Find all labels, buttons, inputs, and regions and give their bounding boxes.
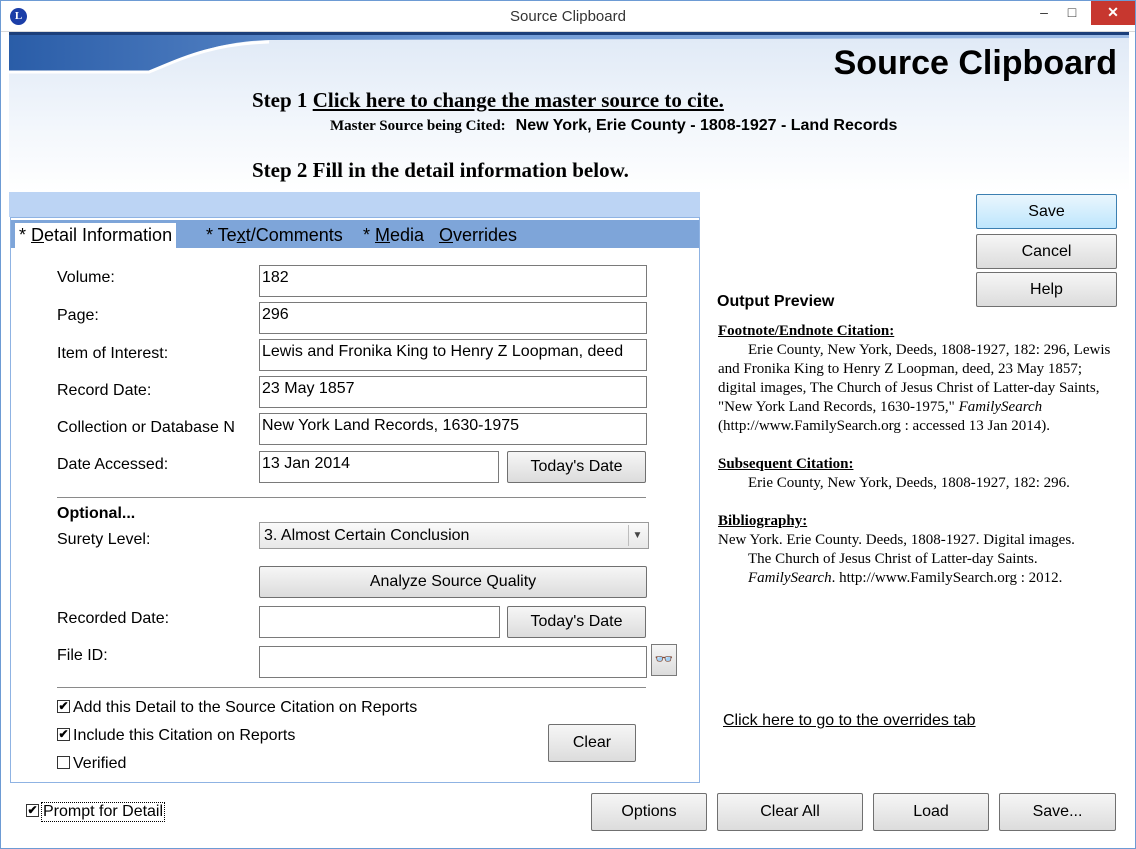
todays-date-button-recorded[interactable]: Today's Date: [507, 606, 646, 638]
file-id-input[interactable]: [259, 646, 647, 678]
include-citation-checkbox[interactable]: ✔: [57, 728, 70, 741]
todays-date-button-accessed[interactable]: Today's Date: [507, 451, 646, 483]
section-divider: [57, 497, 646, 498]
load-button[interactable]: Load: [873, 793, 989, 831]
tab-overrides[interactable]: Overrides: [439, 223, 517, 248]
record-date-label: Record Date:: [57, 382, 152, 399]
prompt-for-detail-label: Prompt for Detail: [41, 802, 166, 822]
recorded-date-input[interactable]: [259, 606, 500, 638]
item-of-interest-input[interactable]: Lewis and Fronika King to Henry Z Loopma…: [259, 339, 647, 371]
overrides-tab-link[interactable]: Click here to go to the overrides tab: [723, 712, 976, 730]
step2-instruction: Step 2 Fill in the detail information be…: [252, 158, 629, 182]
tab-media[interactable]: * Media: [363, 223, 424, 248]
save-button[interactable]: Save: [976, 194, 1117, 229]
optional-heading: Optional...: [57, 505, 136, 522]
date-accessed-input[interactable]: 13 Jan 2014: [259, 451, 499, 483]
binoculars-search-icon[interactable]: 👓: [651, 644, 677, 676]
bibliography-heading: Bibliography:: [718, 513, 808, 529]
tab-bar: * Detail Information * Text/Comments * M…: [11, 220, 699, 248]
subsequent-text: Erie County, New York, Deeds, 1808-1927,…: [748, 475, 1070, 491]
surety-level-select[interactable]: 3. Almost Certain Conclusion ▼: [259, 522, 649, 549]
master-source-value: New York, Erie County - 1808-1927 - Land…: [515, 117, 898, 134]
volume-input[interactable]: 182: [259, 265, 647, 297]
file-id-label: File ID:: [57, 647, 108, 664]
verified-checkbox[interactable]: [57, 756, 70, 769]
surety-level-value: 3. Almost Certain Conclusion: [264, 527, 470, 544]
recorded-date-label: Recorded Date:: [57, 610, 170, 627]
minimize-button[interactable]: –: [1029, 1, 1059, 25]
volume-label: Volume:: [57, 269, 115, 286]
page-input[interactable]: 296: [259, 302, 647, 334]
analyze-source-quality-button[interactable]: Analyze Source Quality: [259, 566, 647, 598]
output-preview-title: Output Preview: [717, 293, 835, 310]
include-citation-label: Include this Citation on Reports: [73, 727, 296, 744]
save-as-button[interactable]: Save...: [999, 793, 1116, 831]
master-source-label: Master Source being Cited:: [330, 118, 506, 134]
maximize-button[interactable]: □: [1059, 1, 1085, 25]
source-clipboard-window: L Source Clipboard – □ ✕ Source Clipboar…: [0, 0, 1136, 849]
tab-strip-header: [9, 192, 700, 217]
page-label: Page:: [57, 307, 99, 324]
collection-label: Collection or Database N: [57, 419, 235, 436]
surety-level-label: Surety Level:: [57, 531, 151, 548]
bibliography-text: New York. Erie County. Deeds, 1808-1927.…: [718, 532, 1075, 586]
help-button[interactable]: Help: [976, 272, 1117, 307]
section-divider-2: [57, 687, 646, 688]
record-date-input[interactable]: 23 May 1857: [259, 376, 647, 408]
subsequent-heading: Subsequent Citation:: [718, 456, 854, 472]
footnote-heading: Footnote/Endnote Citation:: [718, 323, 895, 339]
title-bar: L Source Clipboard – □ ✕: [1, 1, 1135, 32]
change-master-source-link[interactable]: Click here to change the master source t…: [313, 88, 724, 112]
add-detail-checkbox[interactable]: ✔: [57, 700, 70, 713]
clear-button[interactable]: Clear: [548, 724, 636, 762]
step1-label: Step 1: [252, 88, 308, 112]
options-button[interactable]: Options: [591, 793, 707, 831]
collection-input[interactable]: New York Land Records, 1630-1975: [259, 413, 647, 445]
add-detail-label: Add this Detail to the Source Citation o…: [73, 699, 418, 716]
chevron-down-icon[interactable]: ▼: [628, 525, 646, 546]
tab-text-comments[interactable]: * Text/Comments: [206, 223, 343, 248]
cancel-button[interactable]: Cancel: [976, 234, 1117, 269]
clear-all-button[interactable]: Clear All: [717, 793, 863, 831]
prompt-for-detail-checkbox[interactable]: ✔: [26, 804, 39, 817]
tab-detail-information[interactable]: * Detail Information: [15, 223, 177, 248]
window-title: Source Clipboard: [510, 8, 626, 25]
date-accessed-label: Date Accessed:: [57, 456, 169, 473]
verified-label: Verified: [73, 755, 127, 772]
item-of-interest-label: Item of Interest:: [57, 345, 169, 362]
master-source-line: Master Source being Cited: New York, Erie…: [330, 117, 897, 135]
banner-title: Source Clipboard: [833, 44, 1117, 82]
footnote-text: Erie County, New York, Deeds, 1808-1927,…: [718, 342, 1111, 434]
close-button[interactable]: ✕: [1091, 1, 1135, 25]
step1-instruction: Step 1 Click here to change the master s…: [252, 88, 724, 113]
